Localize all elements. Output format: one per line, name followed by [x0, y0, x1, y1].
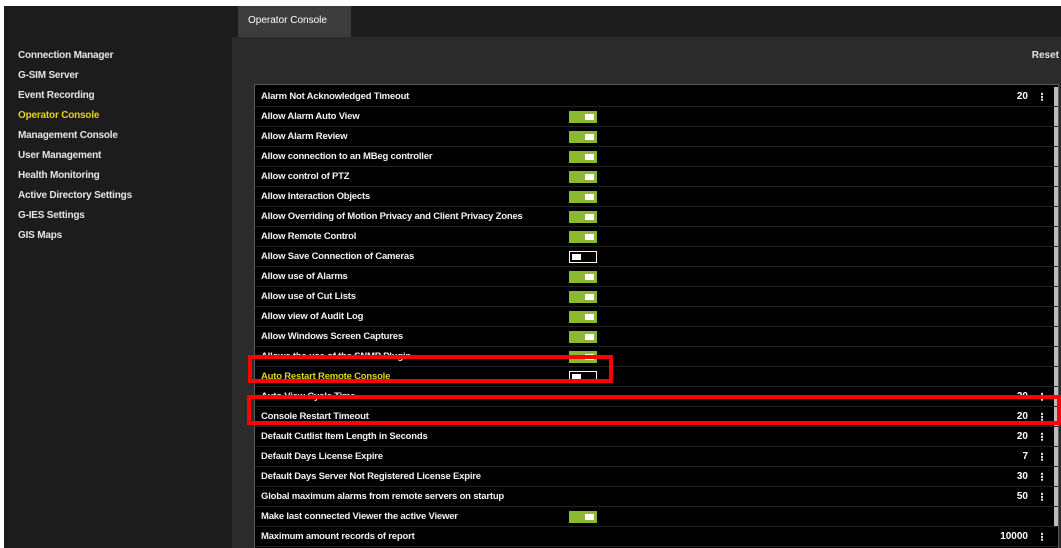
setting-row-allow-alarm-review[interactable]: Allow Alarm Review	[255, 127, 1058, 147]
toggle-switch[interactable]	[569, 131, 597, 143]
setting-label: Allow Overriding of Motion Privacy and C…	[261, 211, 523, 222]
setting-row-maximum-amount-records-of-report[interactable]: Maximum amount records of report 10000 ⁝	[255, 527, 1058, 547]
setting-row-default-cutlist-item-length-in-seconds[interactable]: Default Cutlist Item Length in Seconds 20…	[255, 427, 1058, 447]
setting-label: Allow Alarm Review	[261, 131, 348, 142]
setting-label: Allow Save Connection of Cameras	[261, 251, 415, 262]
toggle-switch[interactable]	[569, 191, 597, 203]
spinner-arrows-icon[interactable]: ⁝	[1040, 468, 1044, 487]
number-value[interactable]: 50	[1017, 487, 1028, 506]
setting-row-auto-restart-remote-console[interactable]: Auto Restart Remote Console	[255, 367, 1058, 387]
setting-row-default-days-server-not-registered-license-expire[interactable]: Default Days Server Not Registered Licen…	[255, 467, 1058, 487]
tab-bar: Operator Console	[232, 6, 1061, 37]
setting-row-default-days-license-expire[interactable]: Default Days License Expire 7 ⁝	[255, 447, 1058, 467]
setting-row-make-last-connected-viewer-the-active-viewer[interactable]: Make last connected Viewer the active Vi…	[255, 507, 1058, 527]
number-value[interactable]: 30	[1017, 467, 1028, 486]
setting-label: Default Cutlist Item Length in Seconds	[261, 431, 428, 442]
setting-row-alarm-not-acknowledged-timeout[interactable]: Alarm Not Acknowledged Timeout 20 ⁝	[255, 87, 1058, 107]
toggle-switch[interactable]	[569, 351, 597, 363]
number-value[interactable]: 10000	[1000, 527, 1028, 546]
spinner-arrows-icon[interactable]: ⁝	[1040, 388, 1044, 407]
setting-row-allow-use-of-alarms[interactable]: Allow use of Alarms	[255, 267, 1058, 287]
spinner-arrows-icon[interactable]: ⁝	[1040, 488, 1044, 507]
setting-label: Maximum amount records of report	[261, 531, 415, 542]
toggle-switch[interactable]	[569, 331, 597, 343]
toggle-switch[interactable]	[569, 371, 597, 383]
toggle-switch[interactable]	[569, 511, 597, 523]
setting-row-global-maximum-alarms-from-remote-servers-on-startup[interactable]: Global maximum alarms from remote server…	[255, 487, 1058, 507]
sidebar-list: Connection Manager G-SIM Server Event Reco…	[18, 46, 132, 246]
setting-label: Auto View Cycle Time	[261, 391, 356, 402]
setting-row-allow-remote-control[interactable]: Allow Remote Control	[255, 227, 1058, 247]
spinner-arrows-icon[interactable]: ⁝	[1040, 408, 1044, 427]
setting-label: Allow Interaction Objects	[261, 191, 371, 202]
sidebar: Connection Manager G-SIM Server Event Reco…	[4, 6, 232, 548]
spinner-arrows-icon[interactable]: ⁝	[1040, 88, 1044, 107]
spinner-arrows-icon[interactable]: ⁝	[1040, 428, 1044, 447]
setting-row-allow-save-connection-of-cameras[interactable]: Allow Save Connection of Cameras	[255, 247, 1058, 267]
setting-label: Allows the use of the SNMP Plugin	[261, 351, 411, 362]
spinner-arrows-icon[interactable]: ⁝	[1040, 448, 1044, 467]
setting-label: Allow control of PTZ	[261, 171, 350, 182]
setting-row-allow-connection-to-an-mbeg-controller[interactable]: Allow connection to an MBeg controller	[255, 147, 1058, 167]
setting-row-allow-alarm-auto-view[interactable]: Allow Alarm Auto View	[255, 107, 1058, 127]
number-value[interactable]: 20	[1017, 387, 1028, 406]
setting-row-allow-use-of-cut-lists[interactable]: Allow use of Cut Lists	[255, 287, 1058, 307]
setting-row-allow-windows-screen-captures[interactable]: Allow Windows Screen Captures	[255, 327, 1058, 347]
setting-label: Alarm Not Acknowledged Timeout	[261, 91, 410, 102]
toggle-switch[interactable]	[569, 311, 597, 323]
setting-label: Allow Alarm Auto View	[261, 111, 360, 122]
setting-label: Allow use of Alarms	[261, 271, 348, 282]
sidebar-item-g-ies-settings[interactable]: G-IES Settings	[18, 206, 132, 226]
setting-row-allows-the-use-of-the-snmp-plugin[interactable]: Allows the use of the SNMP Plugin	[255, 347, 1058, 367]
sidebar-item-management-console[interactable]: Management Console	[18, 126, 132, 146]
toggle-switch[interactable]	[569, 291, 597, 303]
sidebar-item-gis-maps[interactable]: GIS Maps	[18, 226, 132, 246]
toggle-switch[interactable]	[569, 231, 597, 243]
number-value[interactable]: 20	[1017, 427, 1028, 446]
sidebar-item-event-recording[interactable]: Event Recording	[18, 86, 132, 106]
setting-label: Allow Remote Control	[261, 231, 357, 242]
number-value[interactable]: 20	[1017, 87, 1028, 106]
setting-label: Allow Windows Screen Captures	[261, 331, 403, 342]
sidebar-item-operator-console[interactable]: Operator Console	[18, 106, 132, 126]
setting-row-console-restart-timeout[interactable]: Console Restart Timeout 20 ⁝	[255, 407, 1058, 427]
number-value[interactable]: 20	[1017, 407, 1028, 426]
setting-label: Default Days License Expire	[261, 451, 383, 462]
reset-button[interactable]: Reset	[1032, 50, 1059, 61]
toggle-switch[interactable]	[569, 111, 597, 123]
toggle-switch[interactable]	[569, 171, 597, 183]
toggle-switch[interactable]	[569, 271, 597, 283]
main-panel: Operator Console Reset Alarm Not Acknowl…	[232, 6, 1061, 548]
spinner-arrows-icon[interactable]: ⁝	[1040, 528, 1044, 547]
sidebar-item-connection-manager[interactable]: Connection Manager	[18, 46, 132, 66]
sidebar-item-g-sim-server[interactable]: G-SIM Server	[18, 66, 132, 86]
tab-operator-console[interactable]: Operator Console	[238, 6, 351, 37]
setting-label: Make last connected Viewer the active Vi…	[261, 511, 458, 522]
setting-row-allow-control-of-ptz[interactable]: Allow control of PTZ	[255, 167, 1058, 187]
setting-label: Allow use of Cut Lists	[261, 291, 356, 302]
setting-row-auto-view-cycle-time[interactable]: Auto View Cycle Time 20 ⁝	[255, 387, 1058, 407]
setting-label: Global maximum alarms from remote server…	[261, 491, 505, 502]
setting-label: Auto Restart Remote Console	[261, 371, 391, 382]
setting-row-allow-interaction-objects[interactable]: Allow Interaction Objects	[255, 187, 1058, 207]
toggle-switch[interactable]	[569, 211, 597, 223]
settings-grid: Alarm Not Acknowledged Timeout 20 ⁝ Allow A…	[254, 84, 1059, 548]
sidebar-item-health-monitoring[interactable]: Health Monitoring	[18, 166, 132, 186]
app-window: Connection Manager G-SIM Server Event Reco…	[4, 6, 1061, 548]
setting-label: Allow connection to an MBeg controller	[261, 151, 433, 162]
number-value[interactable]: 7	[1022, 447, 1028, 466]
setting-label: Console Restart Timeout	[261, 411, 369, 422]
setting-row-allow-overriding-of-motion-privacy-and-client-privacy-zones[interactable]: Allow Overriding of Motion Privacy and C…	[255, 207, 1058, 227]
setting-label: Default Days Server Not Registered Licen…	[261, 471, 481, 482]
toggle-switch[interactable]	[569, 151, 597, 163]
setting-label: Allow view of Audit Log	[261, 311, 364, 322]
setting-row-allow-view-of-audit-log[interactable]: Allow view of Audit Log	[255, 307, 1058, 327]
sidebar-item-user-management[interactable]: User Management	[18, 146, 132, 166]
toggle-switch[interactable]	[569, 251, 597, 263]
sidebar-item-active-directory-settings[interactable]: Active Directory Settings	[18, 186, 132, 206]
